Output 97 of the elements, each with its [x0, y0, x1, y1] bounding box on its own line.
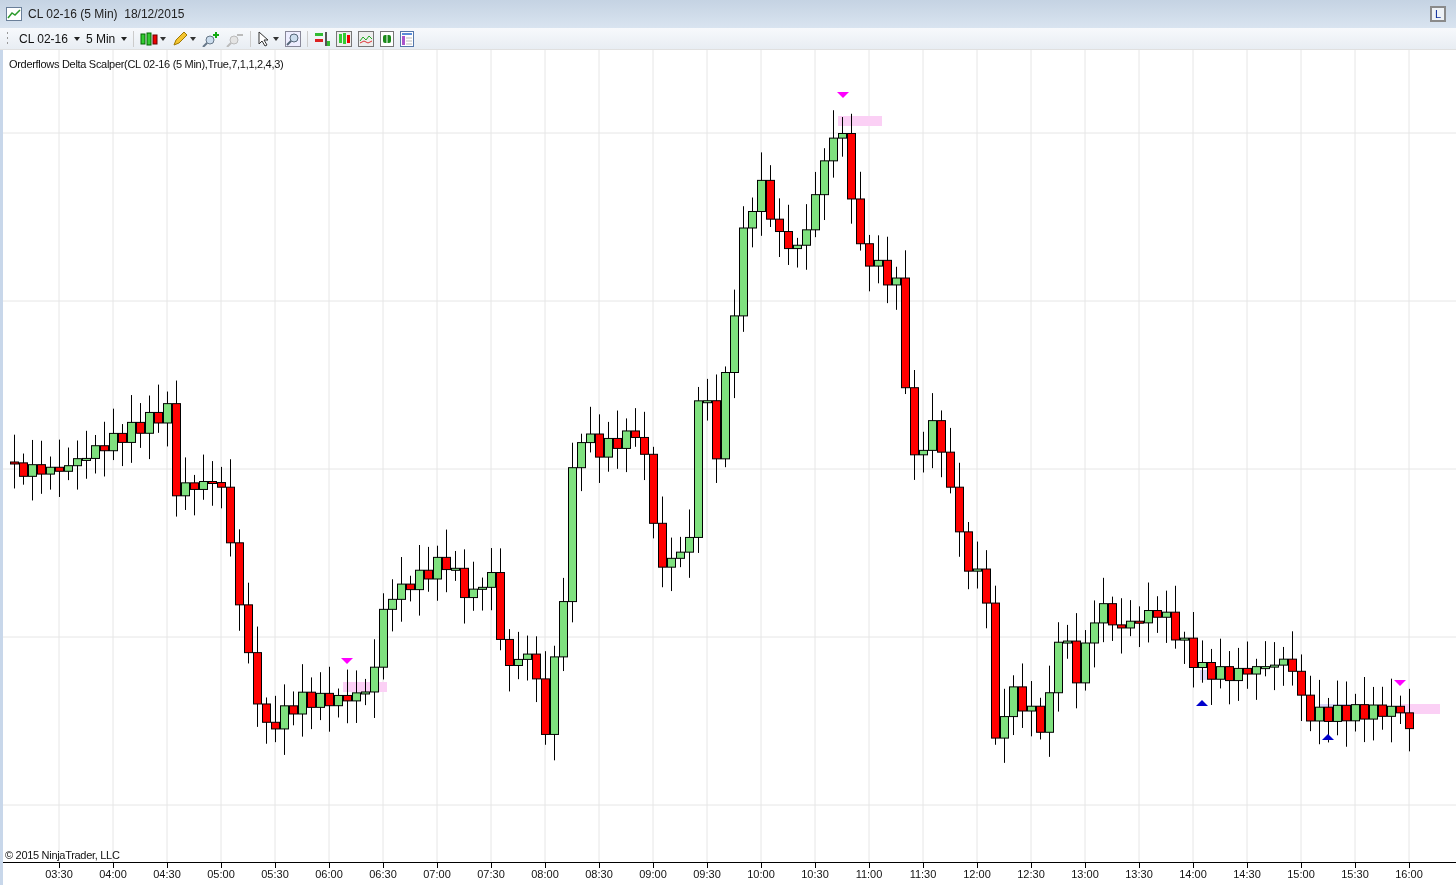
- x-axis-label: 03:30: [45, 868, 73, 880]
- candlestick: [1288, 630, 1297, 687]
- grip-icon: [6, 30, 9, 47]
- candlestick: [1234, 647, 1243, 702]
- candlestick: [1135, 605, 1144, 648]
- data-box-button[interactable]: [400, 30, 415, 47]
- x-axis-label: 08:00: [531, 868, 559, 880]
- x-axis-label: 12:30: [1017, 868, 1045, 880]
- x-axis-label: 06:00: [315, 868, 343, 880]
- candlestick: [775, 197, 784, 258]
- candlestick: [613, 410, 622, 470]
- corner-button[interactable]: L: [1430, 6, 1446, 22]
- sell-signal-marker: [1394, 680, 1406, 686]
- candlestick: [1216, 638, 1225, 689]
- candlestick: [1369, 686, 1378, 741]
- candlestick: [1306, 675, 1315, 732]
- caret-icon: [190, 36, 197, 41]
- candlestick: [1243, 641, 1252, 690]
- candlestick: [145, 395, 154, 460]
- candlestick: [1027, 680, 1036, 737]
- caret-icon: [273, 36, 280, 41]
- candlestick: [1333, 680, 1342, 736]
- magnifier-button[interactable]: [285, 30, 302, 47]
- x-axis-label: 04:30: [153, 868, 181, 880]
- candlestick: [1009, 674, 1018, 736]
- bars-window-button[interactable]: [336, 30, 353, 47]
- candlestick: [1297, 653, 1306, 722]
- zoom-in-button[interactable]: [202, 30, 221, 47]
- instrument-dropdown[interactable]: CL 02-16: [19, 29, 80, 48]
- candlestick: [811, 171, 820, 238]
- x-axis-label: 05:30: [261, 868, 289, 880]
- x-axis-label: 14:00: [1179, 868, 1207, 880]
- indicator-label: Orderflows Delta Scalper(CL 02-16 (5 Min),True,7,1,1,2,4,3): [9, 57, 284, 72]
- candlestick: [208, 460, 217, 507]
- candlestick: [622, 417, 631, 473]
- x-axis-label: 09:30: [693, 868, 721, 880]
- buy-signal-marker: [1196, 700, 1208, 706]
- candlestick: [766, 164, 775, 228]
- candlestick: [1207, 648, 1216, 706]
- x-axis-label: 12:00: [963, 868, 991, 880]
- money-button[interactable]: [380, 30, 395, 47]
- x-axis-label: 04:00: [99, 868, 127, 880]
- candlestick: [1090, 599, 1099, 668]
- candlestick: [1279, 646, 1288, 687]
- buy-signal-marker: [1322, 734, 1334, 740]
- x-axis-label: 11:30: [909, 868, 937, 880]
- candlestick: [937, 409, 946, 478]
- candlestick: [1225, 650, 1234, 705]
- candlestick: [154, 384, 163, 434]
- caret-icon: [121, 36, 128, 41]
- copyright-text: © 2015 NinjaTrader, LLC: [5, 848, 120, 863]
- x-axis-label: 15:30: [1341, 868, 1369, 880]
- candlestick: [190, 474, 199, 516]
- candlestick: [82, 430, 91, 480]
- candlestick: [1261, 640, 1270, 677]
- candlestick: [514, 631, 523, 680]
- x-axis-label: 13:00: [1071, 868, 1099, 880]
- x-axis-label: 07:00: [423, 868, 451, 880]
- candlestick: [199, 454, 208, 501]
- candlestick: [433, 545, 442, 602]
- caret-icon: [73, 36, 80, 41]
- x-axis-label: 16:00: [1395, 868, 1423, 880]
- candlestick: [1252, 658, 1261, 701]
- candlestick: [91, 434, 100, 474]
- window-title: CL 02-16 (5 Min) 18/12/2015: [28, 6, 185, 23]
- x-axis-label: 07:30: [477, 868, 505, 880]
- cursor-button[interactable]: [257, 30, 280, 47]
- x-axis-label: 06:30: [369, 868, 397, 880]
- x-axis-label: 09:00: [639, 868, 667, 880]
- indicator-chart-button[interactable]: [358, 30, 375, 47]
- candlestick: [604, 421, 613, 473]
- x-axis-label: 10:00: [747, 868, 775, 880]
- candlestick: [109, 408, 118, 461]
- pencil-button[interactable]: [172, 30, 197, 47]
- sell-signal-marker: [341, 658, 353, 664]
- x-axis-label: 14:30: [1233, 868, 1261, 880]
- x-axis-label: 15:00: [1287, 868, 1315, 880]
- x-axis-label: 13:30: [1125, 868, 1153, 880]
- candlestick: [1270, 641, 1279, 691]
- x-axis-label: 11:00: [855, 868, 883, 880]
- chart-icon: [6, 7, 22, 21]
- sell-signal-marker: [837, 92, 849, 98]
- candlestick: [874, 234, 883, 284]
- candlestick: [100, 421, 109, 477]
- x-axis-label: 05:00: [207, 868, 235, 880]
- candlestick: [307, 676, 316, 730]
- x-axis-label: 08:30: [585, 868, 613, 880]
- signal-zone: [838, 116, 882, 126]
- x-axis-label: 10:30: [801, 868, 829, 880]
- interval-dropdown[interactable]: 5 Min: [85, 29, 128, 48]
- candlestick: [1018, 662, 1027, 729]
- candlestick: [316, 671, 325, 721]
- caret-icon: [160, 36, 167, 41]
- candlestick: [1162, 590, 1171, 644]
- candlestick-style-button[interactable]: [140, 30, 167, 47]
- candlestick: [865, 234, 874, 292]
- order-bars-button[interactable]: [314, 30, 331, 47]
